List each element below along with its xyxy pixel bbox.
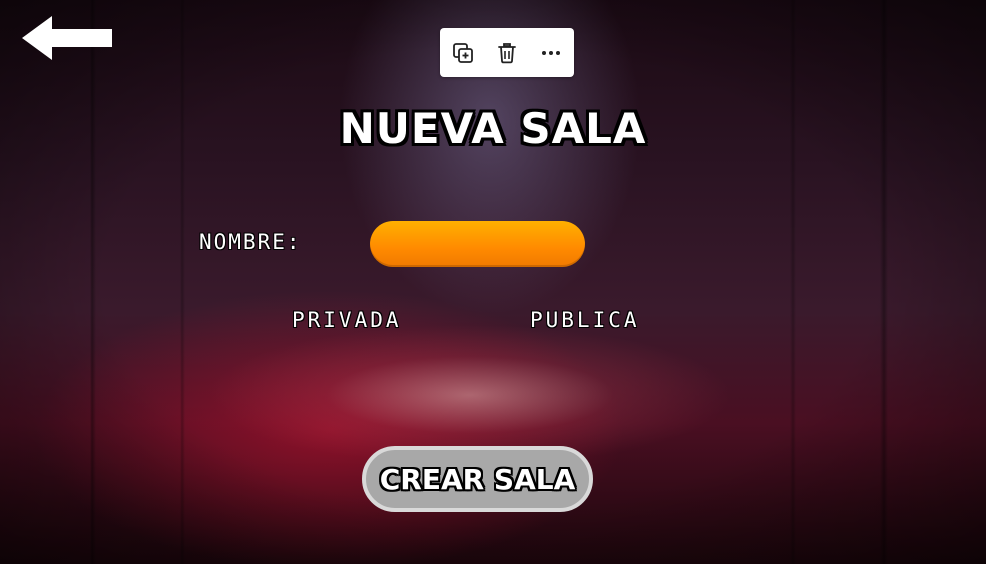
option-public[interactable]: PUBLICA	[530, 308, 640, 332]
create-room-button[interactable]: CREAR SALA	[362, 446, 593, 512]
duplicate-icon	[453, 42, 473, 63]
element-toolbar	[440, 28, 574, 77]
game-screen: NUEVA SALA NOMBRE: PRIVADA PUBLICA CREAR…	[0, 0, 986, 564]
more-horizontal-icon	[542, 50, 560, 55]
option-private[interactable]: PRIVADA	[292, 308, 402, 332]
name-label: NOMBRE:	[199, 230, 302, 254]
back-button[interactable]	[22, 14, 114, 62]
trash-icon	[498, 42, 516, 63]
more-options-button[interactable]	[536, 38, 566, 68]
page-title: NUEVA SALA	[339, 104, 647, 153]
duplicate-button[interactable]	[448, 38, 478, 68]
room-name-input[interactable]	[370, 221, 585, 267]
arrow-left-icon	[22, 16, 112, 60]
delete-button[interactable]	[492, 38, 522, 68]
